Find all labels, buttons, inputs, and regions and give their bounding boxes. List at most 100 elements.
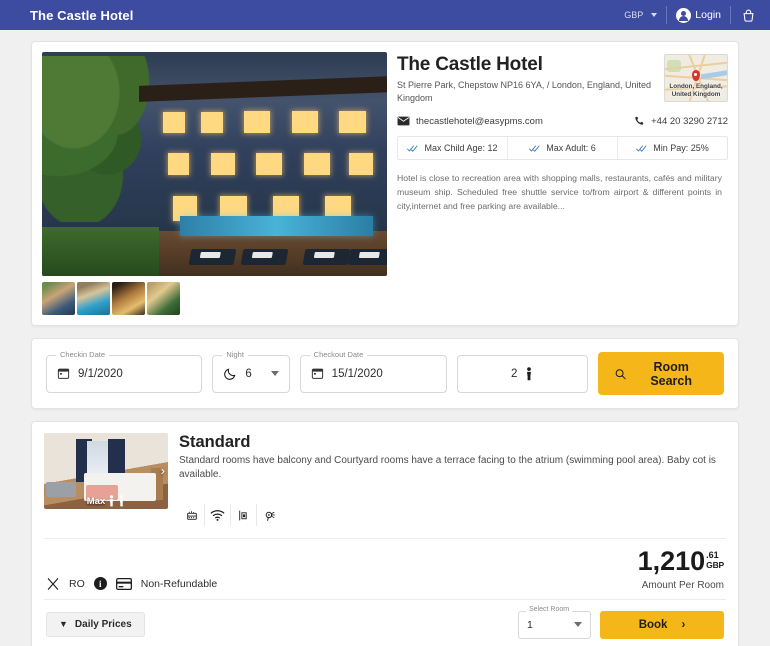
price-whole: 1,210 — [637, 546, 706, 576]
minibar-icon[interactable] — [179, 504, 205, 526]
chevron-down-icon — [574, 622, 582, 628]
hero-lounger-decor — [347, 249, 387, 265]
top-navigation-bar: The Castle Hotel GBP Login — [0, 0, 770, 30]
map-green-area — [667, 59, 682, 72]
email-icon — [397, 116, 410, 126]
currency-label: GBP — [624, 10, 644, 20]
chevron-right-icon: › — [681, 618, 686, 631]
room-max-occupancy-badge: Max — [44, 495, 168, 507]
gallery-thumbnail[interactable] — [77, 282, 110, 315]
guest-count-field[interactable]: 2 — [456, 354, 588, 393]
checkout-date-field[interactable]: Checkout Date 15/1/2020 — [299, 349, 447, 393]
room-details: Standard Standard rooms have balcony and… — [179, 433, 726, 526]
gallery-thumbnail[interactable] — [42, 282, 75, 315]
basket-button[interactable] — [731, 8, 756, 23]
phone-icon — [635, 116, 644, 125]
safe-box-icon[interactable] — [231, 504, 257, 526]
checkout-date-value: 15/1/2020 — [331, 367, 383, 380]
gallery-thumbnail[interactable] — [147, 282, 180, 315]
feature-max-child-age: Max Child Age: 12 — [398, 137, 508, 160]
room-amenities — [179, 504, 283, 526]
hotel-info-panel: The Castle Hotel St Pierre Park, Chepsto… — [397, 52, 728, 315]
checkin-date-label: Checkin Date — [56, 349, 110, 359]
room-search-label: Room Search — [650, 359, 693, 388]
location-map-thumbnail[interactable]: London, England, United Kingdom — [664, 54, 728, 102]
price-subtitle: Amount Per Room — [641, 579, 724, 591]
double-check-icon — [529, 145, 540, 152]
room-header: Max › Standard Standard rooms have balco… — [44, 433, 726, 526]
hotel-description: Hotel is close to recreation area with s… — [397, 173, 722, 211]
gallery-thumbnails — [42, 282, 387, 315]
room-description: Standard rooms have balcony and Courtyar… — [179, 455, 716, 480]
hotel-address: St Pierre Park, Chepstow NP16 6YA, / Lon… — [397, 80, 651, 104]
feature-label: Max Child Age: 12 — [424, 143, 498, 154]
hero-lounger-decor — [240, 249, 289, 265]
room-action-row: ▼ Daily Prices Select Room 1 Book › — [44, 598, 726, 646]
checkout-date-label: Checkout Date — [309, 349, 368, 359]
daily-prices-toggle[interactable]: ▼ Daily Prices — [46, 612, 145, 638]
chevron-down-icon — [270, 371, 279, 376]
room-image-next-icon[interactable]: › — [161, 464, 165, 477]
gallery-thumbnail[interactable] — [112, 282, 145, 315]
currency-selector[interactable]: GBP — [624, 10, 666, 20]
room-search-button[interactable]: Room Search — [597, 352, 724, 395]
cutlery-icon — [47, 577, 59, 590]
total-price: 1,210 .61 GBP — [637, 546, 725, 576]
hotel-summary-card: The Castle Hotel St Pierre Park, Chepsto… — [31, 41, 739, 326]
price-cents: .61 — [706, 550, 719, 560]
hotel-email-item[interactable]: thecastlehotel@easypms.com — [397, 116, 543, 127]
select-room-value: 1 — [527, 618, 533, 631]
night-select-field[interactable]: Night 6 — [212, 349, 290, 393]
wifi-icon[interactable] — [205, 504, 231, 526]
night-label: Night — [222, 349, 248, 359]
select-room-label: Select Room — [526, 605, 573, 613]
hotel-contact-row: thecastlehotel@easypms.com +44 20 3290 2… — [397, 115, 728, 127]
hotel-gallery — [42, 52, 387, 315]
credit-card-icon — [115, 577, 132, 590]
room-offer-card: Max › Standard Standard rooms have balco… — [31, 421, 739, 646]
hotel-name-address: The Castle Hotel St Pierre Park, Chepsto… — [397, 54, 656, 105]
double-check-icon — [407, 145, 418, 152]
daily-prices-label: Daily Prices — [74, 619, 132, 631]
double-check-icon — [636, 145, 647, 152]
basket-icon — [743, 9, 754, 22]
rate-attributes: RO i Non-Refundable — [46, 577, 217, 591]
room-name: Standard — [179, 433, 251, 451]
login-button[interactable]: Login — [667, 7, 730, 23]
checkin-date-field[interactable]: Checkin Date 9/1/2020 — [46, 349, 203, 393]
map-location-label: London, England, United Kingdom — [669, 83, 723, 99]
price-currency: GBP — [706, 560, 724, 570]
book-button[interactable]: Book › — [600, 610, 724, 639]
rate-price-block: 1,210 .61 GBP Amount Per Room — [637, 546, 725, 591]
hero-lawn-decor — [42, 226, 160, 276]
hotel-feature-bar: Max Child Age: 12 Max Adult: 6 Min Pay: … — [397, 136, 728, 161]
book-label: Book — [638, 618, 668, 631]
search-bar-card: Checkin Date 9/1/2020 Night 6 Checkout D… — [31, 338, 739, 409]
refund-policy: Non-Refundable — [140, 577, 218, 590]
hotel-title: The Castle Hotel — [397, 54, 543, 75]
room-image[interactable]: Max › — [44, 433, 168, 509]
feature-label: Max Adult: 6 — [546, 143, 596, 154]
hairdryer-icon[interactable] — [257, 504, 283, 526]
guest-count-value: 2 — [511, 367, 518, 380]
calendar-icon — [57, 368, 70, 379]
calendar-icon — [311, 368, 323, 379]
hero-lounger-decor — [302, 249, 351, 265]
board-code: RO — [69, 577, 85, 590]
price-superscript: .61 GBP — [706, 549, 724, 570]
chevron-down-icon — [651, 13, 658, 17]
nav-right-group: GBP Login — [624, 0, 756, 30]
hotel-hero-image[interactable] — [42, 52, 387, 276]
max-label: Max — [86, 495, 106, 507]
person-icon — [110, 495, 114, 507]
person-icon — [527, 366, 532, 380]
select-room-dropdown[interactable]: Select Room 1 — [518, 605, 591, 639]
feature-label: Min Pay: 25% — [653, 143, 709, 154]
rate-summary-row: RO i Non-Refundable 1,210 .61 GBP Amount… — [44, 538, 726, 599]
brand-title[interactable]: The Castle Hotel — [30, 8, 133, 23]
hotel-phone-item[interactable]: +44 20 3290 2712 — [633, 115, 728, 127]
info-icon[interactable]: i — [93, 577, 107, 591]
feature-min-pay: Min Pay: 25% — [618, 137, 727, 159]
night-value: 6 — [245, 367, 252, 380]
chevron-down-icon: ▼ — [59, 619, 68, 630]
